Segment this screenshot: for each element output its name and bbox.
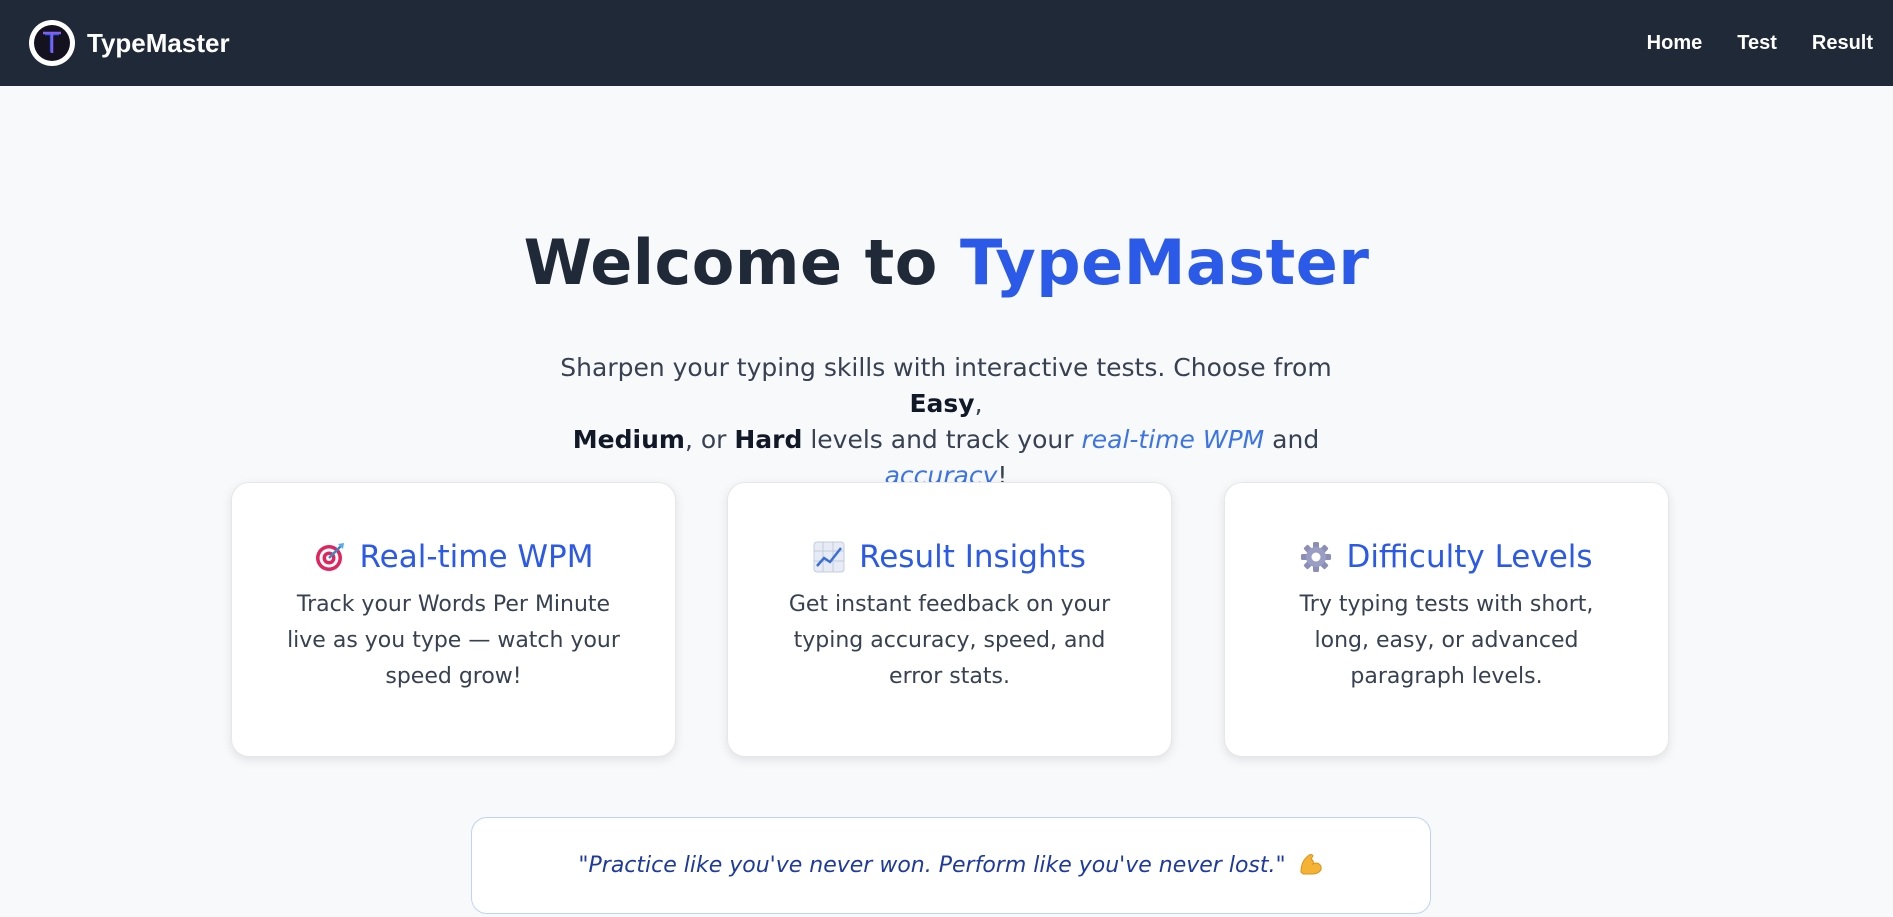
nav-link-home[interactable]: Home [1647,32,1703,55]
level-easy: Easy [909,389,975,418]
quote-text: "Practice like you've never won. Perform… [578,853,1286,878]
hero-title-prefix: Welcome to [523,226,960,299]
logo [29,20,75,66]
hero-subtitle: Sharpen your typing skills with interact… [546,350,1346,494]
level-hard: Hard [734,425,803,454]
card-text: Get instant feedback on your typing accu… [788,592,1111,689]
quote-box: "Practice like you've never won. Perform… [471,817,1431,914]
gear-icon [1300,541,1332,573]
feature-card-wpm: Real-time WPM Track your Words Per Minut… [231,482,676,757]
logo-t-icon [34,25,70,61]
feature-card-insights: Result Insights Get instant feedback on … [727,482,1172,757]
subtitle-wpm: real-time WPM [1081,425,1265,454]
subtitle-or: , or [684,425,735,454]
card-text: Try typing tests with short, long, easy,… [1299,592,1594,689]
card-text: Track your Words Per Minute live as you … [287,592,620,689]
flexed-bicep-icon [1298,850,1324,881]
card-title: Real-time WPM [359,539,594,575]
subtitle-comma: , [974,389,983,418]
brand[interactable]: TypeMaster [29,20,230,66]
card-title: Result Insights [859,539,1086,575]
brand-name: TypeMaster [87,27,230,58]
nav-link-result[interactable]: Result [1812,32,1873,55]
card-title-wrap: Result Insights [728,539,1171,575]
subtitle-and: and [1264,425,1320,454]
subtitle-part1: Sharpen your typing skills with interact… [560,353,1332,382]
card-title: Difficulty Levels [1346,539,1593,575]
chart-increasing-icon [813,541,845,573]
hero-title-accent: TypeMaster [959,226,1370,299]
navbar: TypeMaster Home Test Result [0,0,1893,86]
hero-title: Welcome to TypeMaster [0,226,1893,299]
feature-card-difficulty: Difficulty Levels Try typing tests with … [1224,482,1669,757]
card-title-wrap: Difficulty Levels [1225,539,1668,575]
subtitle-part2: levels and track your [802,425,1082,454]
target-icon [314,541,346,573]
level-medium: Medium [572,425,685,454]
nav-link-test[interactable]: Test [1737,32,1777,55]
card-title-wrap: Real-time WPM [232,539,675,575]
nav-links: Home Test Result [1612,0,1893,86]
